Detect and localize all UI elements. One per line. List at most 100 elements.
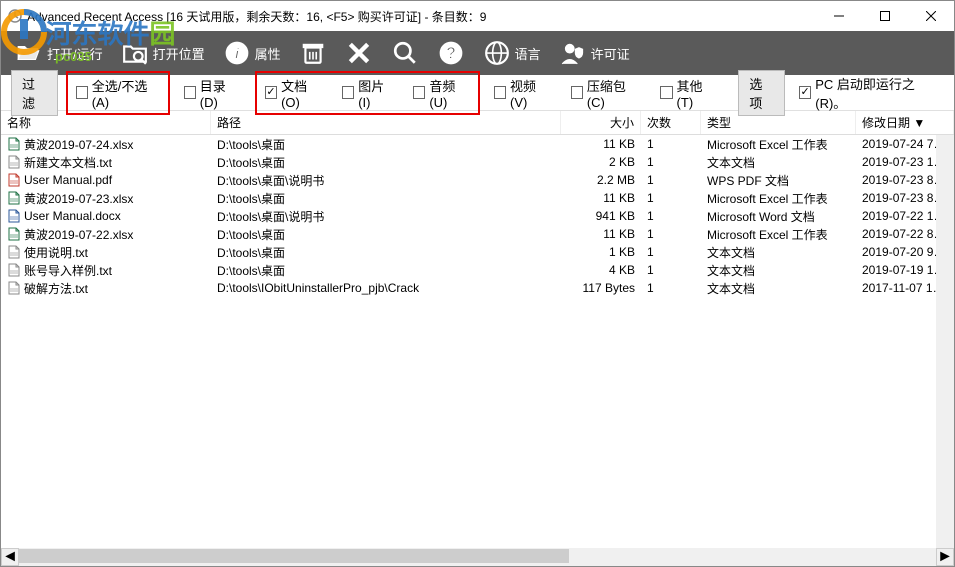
titlebar: Advanced Recent Access [16 天试用版，剩余天数：16,…: [1, 1, 954, 31]
cell-size: 2 KB: [561, 155, 641, 169]
scroll-left-icon[interactable]: ◄: [1, 548, 19, 566]
cell-path: D:\tools\桌面\说明书: [211, 208, 561, 225]
table-row[interactable]: 新建文本文档.txtD:\tools\桌面2 KB1文本文档2019-07-23…: [1, 153, 954, 171]
header-size[interactable]: 大小: [561, 111, 641, 134]
header-path[interactable]: 路径: [211, 111, 561, 134]
options-label[interactable]: 选项: [738, 70, 785, 116]
maximize-button[interactable]: [862, 1, 908, 31]
table-row[interactable]: 黄波2019-07-23.xlsxD:\tools\桌面11 KB1Micros…: [1, 189, 954, 207]
window-title: Advanced Recent Access [16 天试用版，剩余天数：16,…: [27, 8, 816, 25]
cell-path: D:\tools\桌面: [211, 136, 561, 153]
cell-count: 1: [641, 281, 701, 295]
cell-count: 1: [641, 191, 701, 205]
cell-type: Microsoft Excel 工作表: [701, 190, 856, 207]
cell-type: Microsoft Excel 工作表: [701, 136, 856, 153]
language-button[interactable]: 语言: [477, 35, 547, 71]
cell-type: 文本文档: [701, 244, 856, 261]
cell-size: 11 KB: [561, 227, 641, 241]
cell-type: 文本文档: [701, 262, 856, 279]
file-txt-icon: [7, 263, 21, 277]
cell-count: 1: [641, 227, 701, 241]
file-doc-icon: [7, 209, 21, 223]
checkbox-video[interactable]: 视频(V): [488, 74, 557, 112]
header-modified[interactable]: 修改日期 ▼: [856, 111, 954, 134]
checkbox-directory[interactable]: 目录(D): [178, 74, 247, 112]
svg-text:?: ?: [446, 44, 456, 62]
search-button[interactable]: [385, 35, 425, 71]
cell-type: Microsoft Word 文档: [701, 208, 856, 225]
help-button[interactable]: ?: [431, 35, 471, 71]
horizontal-scrollbar[interactable]: ◄ ►: [1, 548, 954, 566]
open-run-button[interactable]: 打开/运行: [9, 35, 109, 71]
properties-button[interactable]: i 属性: [217, 35, 287, 71]
cell-size: 11 KB: [561, 137, 641, 151]
table-row[interactable]: 破解方法.txtD:\tools\IObitUninstallerPro_pjb…: [1, 279, 954, 297]
cell-type: 文本文档: [701, 280, 856, 297]
app-icon: [7, 8, 23, 24]
scroll-right-icon[interactable]: ►: [936, 548, 954, 566]
header-name[interactable]: 名称: [1, 111, 211, 134]
cell-type: WPS PDF 文档: [701, 172, 856, 189]
cell-path: D:\tools\桌面: [211, 154, 561, 171]
checkbox-audio[interactable]: 音频(U): [407, 74, 475, 112]
checkbox-icon: ✓: [799, 86, 811, 99]
trash-icon: [299, 39, 327, 67]
cell-size: 1 KB: [561, 245, 641, 259]
header-count[interactable]: 次数: [641, 111, 701, 134]
cell-size: 941 KB: [561, 209, 641, 223]
cell-name: 新建文本文档.txt: [1, 154, 211, 171]
cell-size: 117 Bytes: [561, 281, 641, 295]
cell-path: D:\tools\IObitUninstallerPro_pjb\Crack: [211, 281, 561, 295]
vertical-scrollbar[interactable]: [936, 135, 954, 548]
table-row[interactable]: 黄波2019-07-24.xlsxD:\tools\桌面11 KB1Micros…: [1, 135, 954, 153]
open-location-label: 打开位置: [153, 44, 205, 63]
checkbox-image[interactable]: 图片(I): [336, 74, 399, 112]
table-row[interactable]: 账号导入样例.txtD:\tools\桌面4 KB1文本文档2019-07-19…: [1, 261, 954, 279]
header-type[interactable]: 类型: [701, 111, 856, 134]
checkbox-document[interactable]: ✓文档(O): [259, 74, 328, 112]
recycle-button[interactable]: [293, 35, 333, 71]
cell-count: 1: [641, 209, 701, 223]
cell-name: 黄波2019-07-22.xlsx: [1, 226, 211, 243]
close-button[interactable]: [908, 1, 954, 31]
table-row[interactable]: User Manual.docxD:\tools\桌面\说明书941 KB1Mi…: [1, 207, 954, 225]
file-xls-icon: [7, 191, 21, 205]
license-label: 许可证: [591, 44, 630, 63]
checkbox-other[interactable]: 其他(T): [654, 74, 722, 112]
cell-count: 1: [641, 137, 701, 151]
filter-label[interactable]: 过滤: [11, 70, 58, 116]
help-icon: ?: [437, 39, 465, 67]
filter-bar: 过滤 全选/不选(A) 目录(D) ✓文档(O) 图片(I) 音频(U) 视频(…: [1, 75, 954, 111]
table-row[interactable]: 使用说明.txtD:\tools\桌面1 KB1文本文档2019-07-20 9…: [1, 243, 954, 261]
cell-path: D:\tools\桌面\说明书: [211, 172, 561, 189]
scroll-track[interactable]: [19, 548, 936, 566]
checkbox-icon: [413, 86, 425, 99]
scroll-thumb[interactable]: [19, 549, 569, 563]
checkbox-archive[interactable]: 压缩包(C): [565, 74, 647, 112]
checkbox-run-on-start[interactable]: ✓PC 启动即运行之(R)。: [793, 72, 944, 114]
license-button[interactable]: 许可证: [553, 35, 636, 71]
cell-type: 文本文档: [701, 154, 856, 171]
cell-count: 1: [641, 173, 701, 187]
checkbox-icon: [342, 86, 354, 99]
cell-size: 2.2 MB: [561, 173, 641, 187]
table-row[interactable]: User Manual.pdfD:\tools\桌面\说明书2.2 MB1WPS…: [1, 171, 954, 189]
checkbox-select-all[interactable]: 全选/不选(A): [70, 74, 166, 112]
minimize-button[interactable]: [816, 1, 862, 31]
search-icon: [391, 39, 419, 67]
cell-size: 4 KB: [561, 263, 641, 277]
cell-name: 账号导入样例.txt: [1, 262, 211, 279]
file-xls-icon: [7, 227, 21, 241]
globe-icon: [483, 39, 511, 67]
file-xls-icon: [7, 137, 21, 151]
cell-type: Microsoft Excel 工作表: [701, 226, 856, 243]
cell-path: D:\tools\桌面: [211, 262, 561, 279]
file-txt-icon: [7, 155, 21, 169]
highlight-box-1: 全选/不选(A): [66, 71, 170, 115]
open-location-button[interactable]: 打开位置: [115, 35, 211, 71]
delete-button[interactable]: [339, 35, 379, 71]
column-headers: 名称 路径 大小 次数 类型 修改日期 ▼: [1, 111, 954, 135]
cell-path: D:\tools\桌面: [211, 226, 561, 243]
table-row[interactable]: 黄波2019-07-22.xlsxD:\tools\桌面11 KB1Micros…: [1, 225, 954, 243]
file-txt-icon: [7, 281, 21, 295]
